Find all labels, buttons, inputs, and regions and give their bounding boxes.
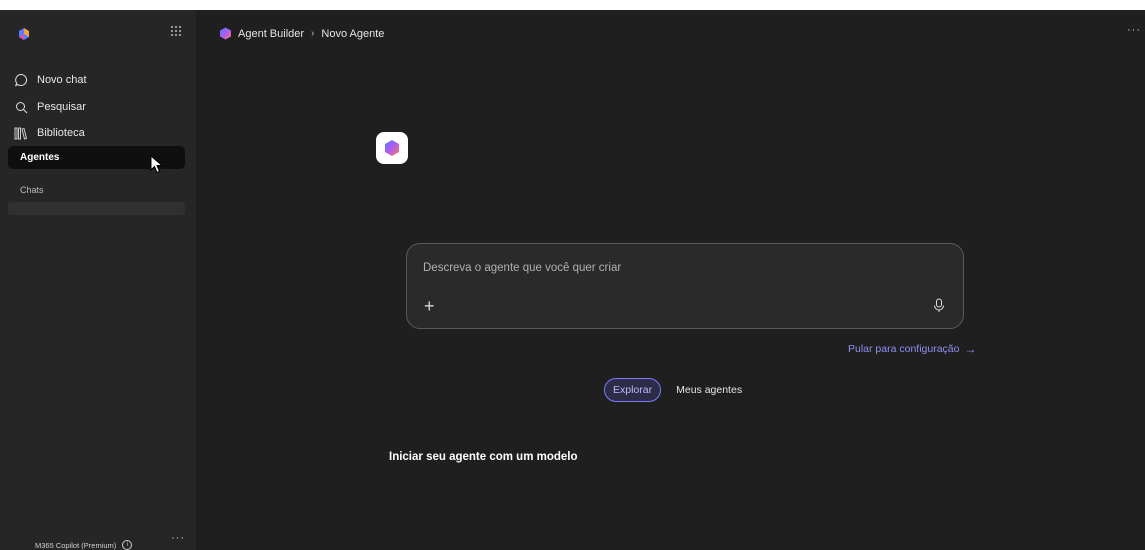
more-options-icon[interactable]: ··· [171, 532, 185, 544]
templates-section-title: Iniciar seu agente com um modelo [389, 451, 578, 463]
info-icon[interactable]: i [122, 540, 133, 550]
sidebar-item-label: Agentes [20, 152, 60, 163]
chat-bubble-icon [12, 71, 30, 89]
sidebar-item-pesquisar[interactable]: Pesquisar [12, 96, 86, 118]
library-icon [12, 124, 30, 142]
more-options-icon[interactable]: ··· [1127, 24, 1141, 36]
main-content: Agent Builder › Novo Agente ··· + Pular … [196, 10, 1145, 550]
tab-meus-agentes[interactable]: Meus agentes [676, 384, 742, 396]
plan-label: M365 Copilot (Premium) [35, 540, 117, 550]
agent-avatar [376, 132, 408, 164]
chat-list-item[interactable] [8, 202, 185, 215]
skip-to-configuration-link[interactable]: Pular para configuração → [848, 342, 977, 356]
breadcrumb-novo-agente: Novo Agente [321, 27, 385, 40]
app-grid-icon[interactable] [171, 26, 183, 38]
sidebar: Novo chat Pesquisar Biblioteca Agentes C… [0, 10, 196, 550]
sidebar-item-label: Pesquisar [37, 101, 86, 113]
agent-description-input[interactable] [423, 259, 923, 277]
sidebar-item-label: Novo chat [37, 74, 87, 86]
plan-indicator[interactable]: M365 Copilot (Premium) i [35, 540, 133, 550]
sidebar-item-novo-chat[interactable]: Novo chat [12, 69, 87, 91]
breadcrumb: Agent Builder › Novo Agente [219, 27, 384, 40]
agent-description-box: + [406, 243, 964, 329]
agent-logo-icon [385, 140, 399, 156]
arrow-right-icon: → [964, 342, 977, 356]
sidebar-item-label: Biblioteca [37, 127, 85, 139]
sidebar-item-biblioteca[interactable]: Biblioteca [12, 122, 85, 144]
microphone-icon[interactable] [933, 298, 945, 313]
breadcrumb-separator: › [311, 28, 315, 39]
search-icon [12, 98, 30, 116]
copilot-logo-icon[interactable] [17, 27, 31, 41]
tab-explorar[interactable]: Explorar [604, 378, 662, 402]
add-attachment-button[interactable]: + [424, 297, 435, 315]
skip-link-label: Pular para configuração [848, 343, 960, 355]
agent-tabs: Explorar Meus agentes [604, 378, 742, 402]
agent-builder-logo-icon [220, 27, 231, 40]
chats-section-label: Chats [20, 185, 44, 195]
mouse-cursor-icon [150, 155, 164, 174]
app-window: Novo chat Pesquisar Biblioteca Agentes C… [0, 10, 1145, 550]
breadcrumb-agent-builder[interactable]: Agent Builder [238, 28, 304, 40]
